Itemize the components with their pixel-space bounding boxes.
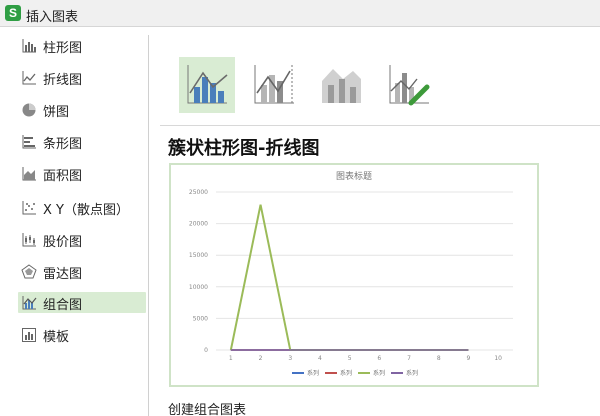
stacked-area-clustered-column-icon [322, 69, 361, 103]
chart-x-tick-label: 10 [494, 355, 502, 362]
sidebar-item-label: 组合图 [43, 298, 83, 313]
area-chart-icon [22, 167, 36, 181]
chart-y-tick-label: 20000 [189, 221, 208, 228]
chart-y-tick-label: 25000 [189, 189, 208, 196]
custom-combination-icon [389, 65, 430, 106]
sidebar-item-stock[interactable]: 股价图 [18, 229, 146, 250]
radar-chart-icon [21, 264, 37, 279]
chart-preview-plot: 图表标题 0 5000 10000 15000 20000 25000 1 2 3 4 5 6 7 8 9… [189, 170, 513, 377]
sidebar-item-label: 饼图 [43, 105, 70, 120]
sidebar-item-label: 面积图 [43, 169, 83, 184]
chart-series-line-3 [229, 204, 469, 351]
chart-y-tick-label: 10000 [189, 284, 208, 291]
sidebar-item-area[interactable]: 面积图 [18, 163, 146, 184]
column-chart-icon [22, 39, 36, 53]
app-logo-icon: S [5, 5, 21, 21]
sidebar-item-line[interactable]: 折线图 [18, 67, 146, 88]
sidebar-item-bar[interactable]: 条形图 [18, 131, 146, 152]
sidebar-item-label: 股价图 [43, 235, 83, 250]
legend-label: 系列 [340, 369, 352, 377]
sidebar-item-label: 雷达图 [43, 267, 83, 282]
legend-label: 系列 [307, 369, 319, 377]
clustered-column-line-icon [187, 65, 228, 104]
sidebar-item-template[interactable]: 模板 [18, 324, 146, 345]
chart-type-sidebar: 柱形图 折线图 饼图 条形图 面积图 X Y（散点图） 股价图 雷达图 组合图 … [10, 35, 148, 416]
stock-chart-icon [22, 233, 36, 247]
combo-chart-icon [22, 296, 37, 310]
chart-x-tick-label: 9 [467, 355, 471, 362]
subtype-custom-combination[interactable] [381, 57, 437, 113]
legend-label: 系列 [373, 369, 385, 377]
title-bar: S 插入图表 [0, 0, 600, 27]
chart-x-tick-label: 4 [318, 355, 322, 362]
chart-gridlines [216, 191, 513, 351]
chart-y-tick-label: 0 [204, 347, 208, 354]
sidebar-item-label: 模板 [43, 330, 70, 345]
window-title: 插入图表 [26, 10, 79, 25]
subtype-stacked-area-clustered-column[interactable] [313, 57, 369, 113]
chart-title: 图表标题 [336, 170, 372, 182]
bar-chart-icon [22, 135, 36, 149]
sidebar-item-radar[interactable]: 雷达图 [18, 261, 146, 282]
template-icon [22, 328, 36, 342]
chart-y-tick-labels: 0 5000 10000 15000 20000 25000 [189, 189, 208, 354]
chart-x-tick-label: 6 [377, 355, 381, 362]
panel-divider [148, 35, 149, 416]
scatter-chart-icon [22, 201, 36, 215]
sidebar-item-label: X Y（散点图） [43, 203, 129, 218]
chart-x-tick-labels: 1 2 3 4 5 6 7 8 9 10 [229, 355, 502, 362]
chart-x-tick-label: 5 [348, 355, 352, 362]
chart-y-tick-label: 15000 [189, 252, 208, 259]
sidebar-item-column[interactable]: 柱形图 [18, 35, 146, 56]
subtype-clustered-column-line-secondary-axis[interactable] [246, 57, 302, 113]
create-combo-chart-label: 创建组合图表 [168, 403, 247, 416]
sidebar-item-label: 柱形图 [43, 41, 83, 56]
chart-x-tick-label: 3 [288, 355, 292, 362]
line-chart-icon [22, 71, 36, 85]
clustered-column-line-secondary-axis-icon [254, 65, 294, 104]
chart-series [229, 204, 469, 351]
sidebar-item-scatter[interactable]: X Y（散点图） [18, 197, 146, 218]
chart-y-tick-label: 5000 [193, 315, 208, 322]
sidebar-item-label: 条形图 [43, 137, 83, 152]
chart-subtype-heading: 簇状柱形图-折线图 [168, 138, 320, 159]
chart-x-tick-label: 2 [259, 355, 263, 362]
chart-x-tick-label: 7 [407, 355, 411, 362]
chart-x-tick-label: 8 [437, 355, 441, 362]
sidebar-item-label: 折线图 [43, 73, 83, 88]
chart-preview: 图表标题 0 5000 10000 15000 20000 25000 1 2 3 4 5 6 7 8 9… [169, 163, 539, 387]
sidebar-item-pie[interactable]: 饼图 [18, 99, 146, 120]
pie-chart-icon [22, 103, 36, 117]
legend-label: 系列 [406, 369, 418, 377]
chart-legend: 系列 系列 系列 系列 [292, 369, 418, 377]
sidebar-item-combo[interactable]: 组合图 [18, 292, 146, 313]
section-divider [160, 125, 600, 126]
chart-x-tick-label: 1 [229, 355, 233, 362]
subtype-clustered-column-line[interactable] [179, 57, 235, 113]
